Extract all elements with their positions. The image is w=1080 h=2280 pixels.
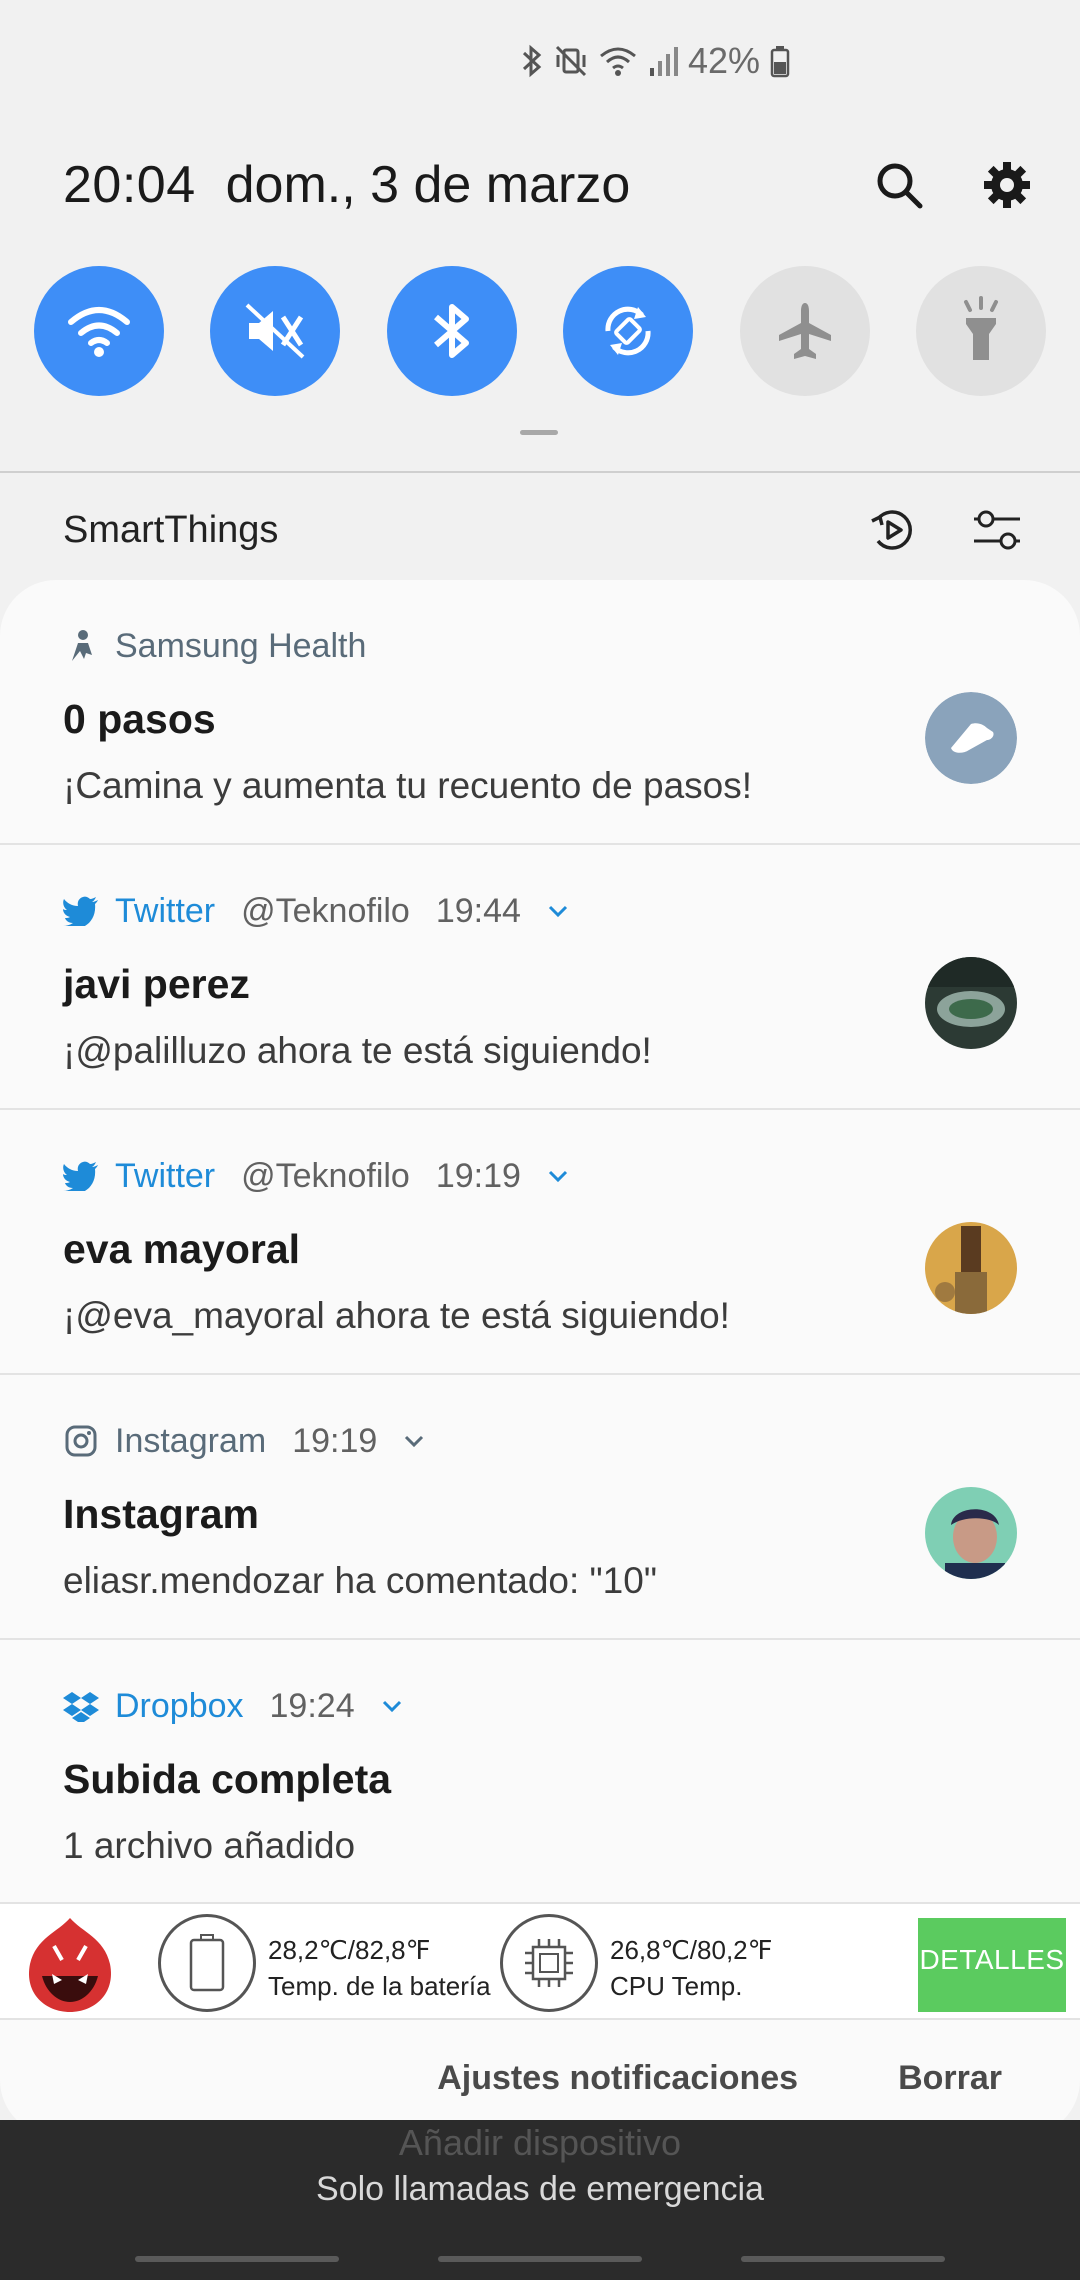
nav-indicator-left [135,2256,339,2262]
auto-rotate-toggle[interactable] [563,266,694,396]
notification-time: 19:19 [435,1156,521,1195]
nav-indicator-right [741,2256,945,2262]
chevron-down-icon[interactable] [547,904,569,918]
notification-title: Instagram [63,1491,259,1537]
chevron-down-icon[interactable] [381,1699,403,1713]
app-name: Twitter [115,891,216,930]
notification-twitter[interactable]: Twitter @Teknofilo 19:44 javi perez ¡@pa… [0,845,1080,1110]
header-actions [874,160,1032,210]
account-name: @Teknofilo [241,891,410,930]
notification-time: 19:19 [292,1421,378,1460]
date: dom., 3 de marzo [225,156,631,214]
bluetooth-toggle[interactable] [386,266,517,396]
notification-header: Instagram 19:19 [63,1419,1017,1463]
notification-text: ¡@palilluzo ahora te está siguiendo! [63,1030,652,1071]
notification-time: 19:44 [435,891,521,930]
quick-panel-header: 20:04 dom., 3 de marzo [63,150,1032,220]
notification-title: javi perez [63,961,250,1007]
nav-indicator-center [438,2256,642,2262]
bluetooth-icon [433,304,469,358]
add-device-label: Añadir dispositivo [398,2122,682,2163]
app-name: Twitter [115,1156,216,1195]
wifi-icon [68,307,130,357]
search-icon[interactable] [874,160,924,210]
notification-time: 19:24 [269,1686,355,1725]
emergency-calls-label: Solo llamadas de emergencia [316,2170,764,2208]
battery-percent: 42% [687,40,760,81]
cpu-icon [525,1939,573,1987]
wifi-toggle[interactable] [34,266,164,396]
smartthings-row[interactable]: SmartThings [0,480,1080,580]
notification-panel: Samsung Health 0 pasos ¡Camina y aumenta… [0,580,1080,2136]
airplane-toggle[interactable] [739,266,870,396]
smartthings-actions [870,507,1022,553]
shoe-icon [925,692,1017,784]
notification-header: Dropbox 19:24 [63,1684,1017,1728]
details-button[interactable]: DETALLES [918,1918,1066,2012]
twitter-icon [63,893,99,929]
sound-toggle[interactable] [210,266,341,396]
battery-temp-label: Temp. de la batería [268,1971,491,2001]
app-name: Samsung Health [115,626,367,665]
quick-toggles [34,266,1046,396]
antutu-notification[interactable]: 28,2℃/82,8℉ Temp. de la batería 26,8℃/80… [0,1902,1080,2020]
cpu-gauge [500,1914,598,2012]
cpu-temp-value: 26,8℃/80,2℉ [610,1935,773,1965]
notification-settings-button[interactable]: Ajustes notificaciones [437,2059,798,2098]
notification-twitter[interactable]: Twitter @Teknofilo 19:19 eva mayoral ¡@e… [0,1110,1080,1375]
clock: 20:04 [63,156,196,214]
wifi-icon [599,47,636,76]
airplane-icon [778,303,831,359]
battery-temp-value: 28,2℃/82,8℉ [268,1935,431,1965]
notification-text: ¡Camina y aumenta tu recuento de pasos! [63,765,752,806]
mute-icon [246,303,305,359]
antutu-logo-icon [24,1916,116,2014]
battery-icon [770,46,790,78]
cpu-temp-block: 26,8℃/80,2℉ CPU Temp. [610,1932,772,2004]
notification-header: Twitter @Teknofilo 19:19 [63,1154,1017,1198]
app-name: Instagram [115,1421,267,1460]
avatar [925,1222,1017,1314]
notification-header: Samsung Health [63,624,1017,668]
rotate-icon [605,306,651,356]
settings-sliders-icon[interactable] [972,507,1022,553]
vibrate-off-icon [555,45,586,77]
account-name: @Teknofilo [241,1156,410,1195]
notification-footer: Ajustes notificaciones Borrar [0,2020,1080,2136]
notification-title: 0 pasos [63,696,216,742]
instagram-icon [63,1423,99,1459]
divider [0,471,1080,473]
gear-icon[interactable] [982,160,1032,210]
dropbox-icon [63,1688,99,1724]
notification-dropbox[interactable]: Dropbox 19:24 Subida completa 1 archivo … [0,1640,1080,1905]
flashlight-toggle[interactable] [915,266,1046,396]
notification-text: eliasr.mendozar ha comentado: "10" [63,1560,657,1601]
flashlight-icon [963,296,998,360]
chevron-down-icon[interactable] [403,1434,425,1448]
battery-gauge [158,1914,256,2012]
notification-instagram[interactable]: Instagram 19:19 Instagram eliasr.mendoza… [0,1375,1080,1640]
battery-temp-block: 28,2℃/82,8℉ Temp. de la batería [268,1932,491,2004]
chevron-down-icon[interactable] [547,1169,569,1183]
cpu-temp-label: CPU Temp. [610,1971,743,2001]
battery-outline-icon [189,1934,225,1992]
notification-header: Twitter @Teknofilo 19:44 [63,889,1017,933]
notification-text: ¡@eva_mayoral ahora te está siguiendo! [63,1295,730,1336]
avatar [925,1487,1017,1579]
avatar [925,957,1017,1049]
notification-title: Subida completa [63,1756,392,1802]
bluetooth-icon [522,44,542,78]
notification-text: 1 archivo añadido [63,1825,356,1866]
smartthings-label: SmartThings [63,508,279,551]
notification-title: eva mayoral [63,1226,301,1272]
app-name: Dropbox [115,1686,244,1725]
clear-all-button[interactable]: Borrar [898,2059,1002,2098]
status-bar: 42% [520,40,790,82]
samsung-health-icon [63,628,99,664]
twitter-icon [63,1158,99,1194]
panel-drag-handle[interactable] [520,430,558,435]
media-output-icon[interactable] [870,507,916,553]
signal-icon [649,47,678,76]
notification-samsung-health[interactable]: Samsung Health 0 pasos ¡Camina y aumenta… [0,580,1080,845]
